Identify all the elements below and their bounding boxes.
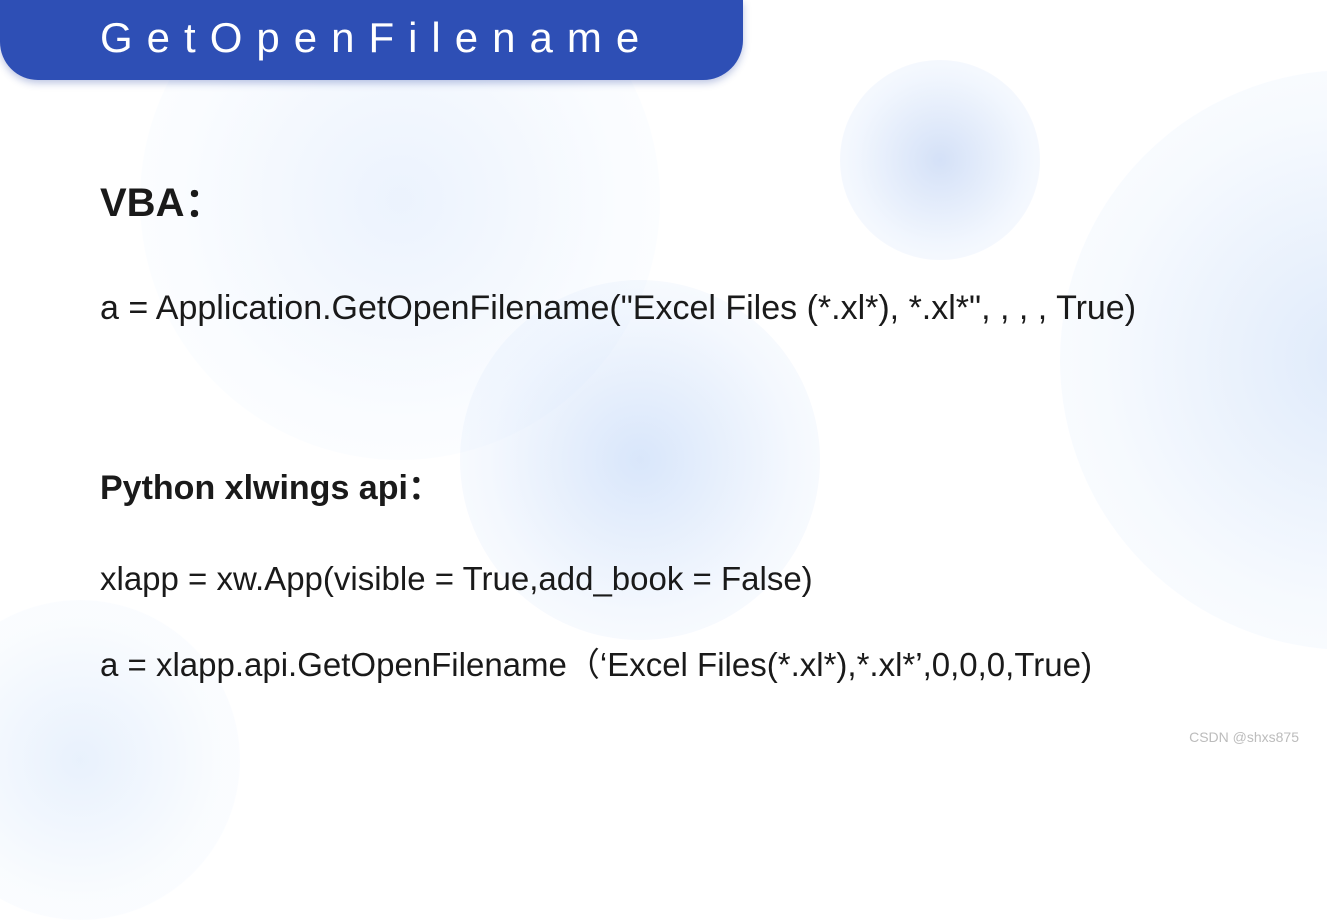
python-heading: Python xlwings api： [100, 460, 1247, 509]
python-code-line-1: xlapp = xw.App(visible = True,add_book =… [100, 557, 1247, 602]
vba-code-line: a = Application.GetOpenFilename("Excel F… [100, 286, 1247, 332]
watermark-text: CSDN @shxs875 [1189, 729, 1299, 745]
vba-heading: VBA： [100, 170, 1247, 228]
slide-title: GetOpenFilename [0, 0, 743, 80]
python-code-line-2: a = xlapp.api.GetOpenFilename（‘Excel Fil… [100, 643, 1247, 688]
slide-content: VBA： a = Application.GetOpenFilename("Ex… [100, 170, 1247, 730]
